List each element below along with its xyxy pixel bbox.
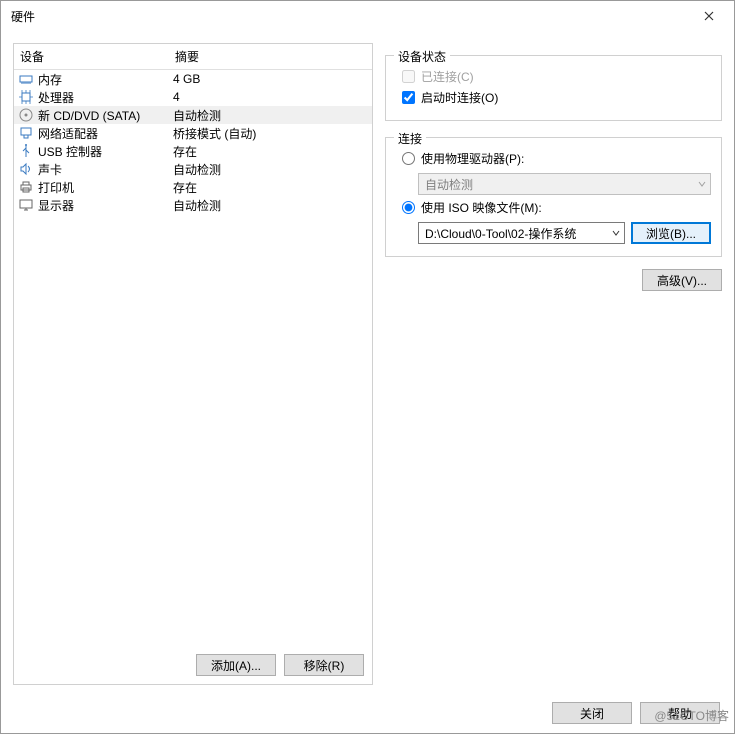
memory-icon xyxy=(18,71,34,87)
physical-drive-select-row: 自动检测 xyxy=(418,173,711,195)
device-summary: 自动检测 xyxy=(173,197,368,214)
close-button[interactable] xyxy=(694,3,724,29)
connect-at-start-row[interactable]: 启动时连接(O) xyxy=(402,89,711,106)
device-row[interactable]: 处理器4 xyxy=(14,88,372,106)
device-row[interactable]: 声卡自动检测 xyxy=(14,160,372,178)
device-row[interactable]: 网络适配器桥接模式 (自动) xyxy=(14,124,372,142)
header-device[interactable]: 设备 xyxy=(14,44,169,69)
help-button[interactable]: 帮助 xyxy=(640,702,720,724)
network-icon xyxy=(18,125,34,141)
sound-icon xyxy=(18,161,34,177)
connected-checkbox xyxy=(402,70,415,83)
physical-drive-select: 自动检测 xyxy=(418,173,711,195)
device-name: 声卡 xyxy=(38,161,173,178)
device-name: 新 CD/DVD (SATA) xyxy=(38,107,173,124)
device-row[interactable]: 显示器自动检测 xyxy=(14,196,372,214)
close-dialog-button[interactable]: 关闭 xyxy=(552,702,632,724)
device-status-group: 设备状态 已连接(C) 启动时连接(O) xyxy=(385,55,722,121)
device-summary: 自动检测 xyxy=(173,161,368,178)
device-name: 内存 xyxy=(38,71,173,88)
device-list-panel: 设备 摘要 内存4 GB处理器4新 CD/DVD (SATA)自动检测网络适配器… xyxy=(13,43,373,685)
physical-drive-radio[interactable] xyxy=(402,152,415,165)
device-row[interactable]: 新 CD/DVD (SATA)自动检测 xyxy=(14,106,372,124)
connection-group: 连接 使用物理驱动器(P): 自动检测 使用 ISO 映像文件(M): xyxy=(385,137,722,257)
cpu-icon xyxy=(18,89,34,105)
device-summary: 存在 xyxy=(173,179,368,196)
device-summary: 桥接模式 (自动) xyxy=(173,125,368,142)
dialog-footer: 关闭 帮助 xyxy=(1,693,734,733)
connect-at-start-checkbox[interactable] xyxy=(402,91,415,104)
titlebar: 硬件 xyxy=(1,1,734,31)
device-list[interactable]: 内存4 GB处理器4新 CD/DVD (SATA)自动检测网络适配器桥接模式 (… xyxy=(14,70,372,646)
physical-drive-label: 使用物理驱动器(P): xyxy=(421,150,524,167)
iso-file-radio[interactable] xyxy=(402,201,415,214)
device-name: 处理器 xyxy=(38,89,173,106)
iso-file-label: 使用 ISO 映像文件(M): xyxy=(421,199,542,216)
device-row[interactable]: USB 控制器存在 xyxy=(14,142,372,160)
device-summary: 4 xyxy=(173,90,368,104)
iso-file-row[interactable]: 使用 ISO 映像文件(M): xyxy=(402,199,711,216)
connected-label: 已连接(C) xyxy=(421,68,474,85)
iso-file-value: D:\Cloud\0-Tool\02-操作系统 xyxy=(425,225,576,242)
device-name: 网络适配器 xyxy=(38,125,173,142)
advanced-button[interactable]: 高级(V)... xyxy=(642,269,722,291)
close-icon xyxy=(704,11,714,21)
advanced-row: 高级(V)... xyxy=(385,269,722,291)
printer-icon xyxy=(18,179,34,195)
device-name: 打印机 xyxy=(38,179,173,196)
physical-drive-value: 自动检测 xyxy=(425,176,473,193)
device-name: 显示器 xyxy=(38,197,173,214)
chevron-down-icon xyxy=(612,226,620,240)
device-name: USB 控制器 xyxy=(38,143,173,160)
window-title: 硬件 xyxy=(11,8,35,25)
device-summary: 4 GB xyxy=(173,72,368,86)
status-legend: 设备状态 xyxy=(394,48,450,65)
connected-checkbox-row: 已连接(C) xyxy=(402,68,711,85)
header-summary[interactable]: 摘要 xyxy=(169,44,372,69)
left-buttons: 添加(A)... 移除(R) xyxy=(14,646,372,684)
hardware-dialog: 硬件 设备 摘要 内存4 GB处理器4新 CD/DVD (SATA)自动检测网络… xyxy=(0,0,735,734)
device-summary: 自动检测 xyxy=(173,107,368,124)
chevron-down-icon xyxy=(698,177,706,191)
iso-file-select-row: D:\Cloud\0-Tool\02-操作系统 浏览(B)... xyxy=(418,222,711,244)
device-row[interactable]: 打印机存在 xyxy=(14,178,372,196)
device-row[interactable]: 内存4 GB xyxy=(14,70,372,88)
cd-icon xyxy=(18,107,34,123)
connect-at-start-label: 启动时连接(O) xyxy=(421,89,498,106)
display-icon xyxy=(18,197,34,213)
connection-legend: 连接 xyxy=(394,130,426,147)
settings-panel: 设备状态 已连接(C) 启动时连接(O) 连接 使用物理驱动器(P): xyxy=(385,43,722,685)
content-area: 设备 摘要 内存4 GB处理器4新 CD/DVD (SATA)自动检测网络适配器… xyxy=(1,31,734,693)
usb-icon xyxy=(18,143,34,159)
add-button[interactable]: 添加(A)... xyxy=(196,654,276,676)
device-summary: 存在 xyxy=(173,143,368,160)
browse-button[interactable]: 浏览(B)... xyxy=(631,222,711,244)
remove-button[interactable]: 移除(R) xyxy=(284,654,364,676)
physical-drive-row[interactable]: 使用物理驱动器(P): xyxy=(402,150,711,167)
list-header: 设备 摘要 xyxy=(14,44,372,70)
iso-file-select[interactable]: D:\Cloud\0-Tool\02-操作系统 xyxy=(418,222,625,244)
